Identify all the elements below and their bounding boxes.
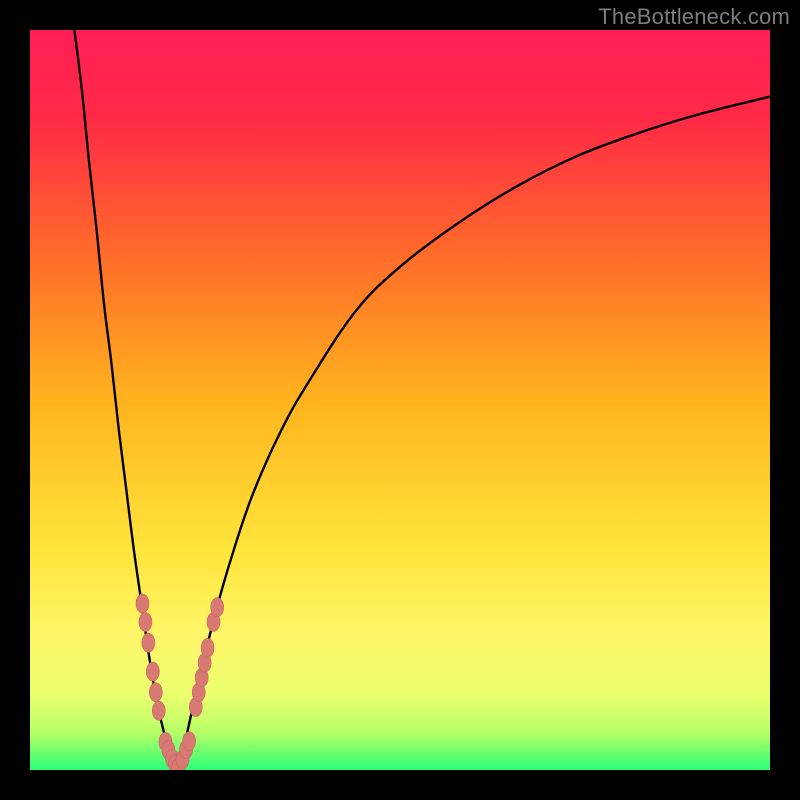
data-marker xyxy=(183,732,196,751)
data-marker xyxy=(146,662,159,681)
data-marker xyxy=(139,613,152,632)
data-marker xyxy=(142,633,155,652)
gradient-background xyxy=(30,30,770,770)
data-marker xyxy=(201,638,214,657)
watermark-text: TheBottleneck.com xyxy=(598,4,790,30)
data-marker xyxy=(136,594,149,613)
data-marker xyxy=(211,598,224,617)
data-marker xyxy=(149,683,162,702)
chart-frame: TheBottleneck.com xyxy=(0,0,800,800)
plot-area xyxy=(30,30,770,770)
chart-svg xyxy=(30,30,770,770)
data-marker xyxy=(152,701,165,720)
